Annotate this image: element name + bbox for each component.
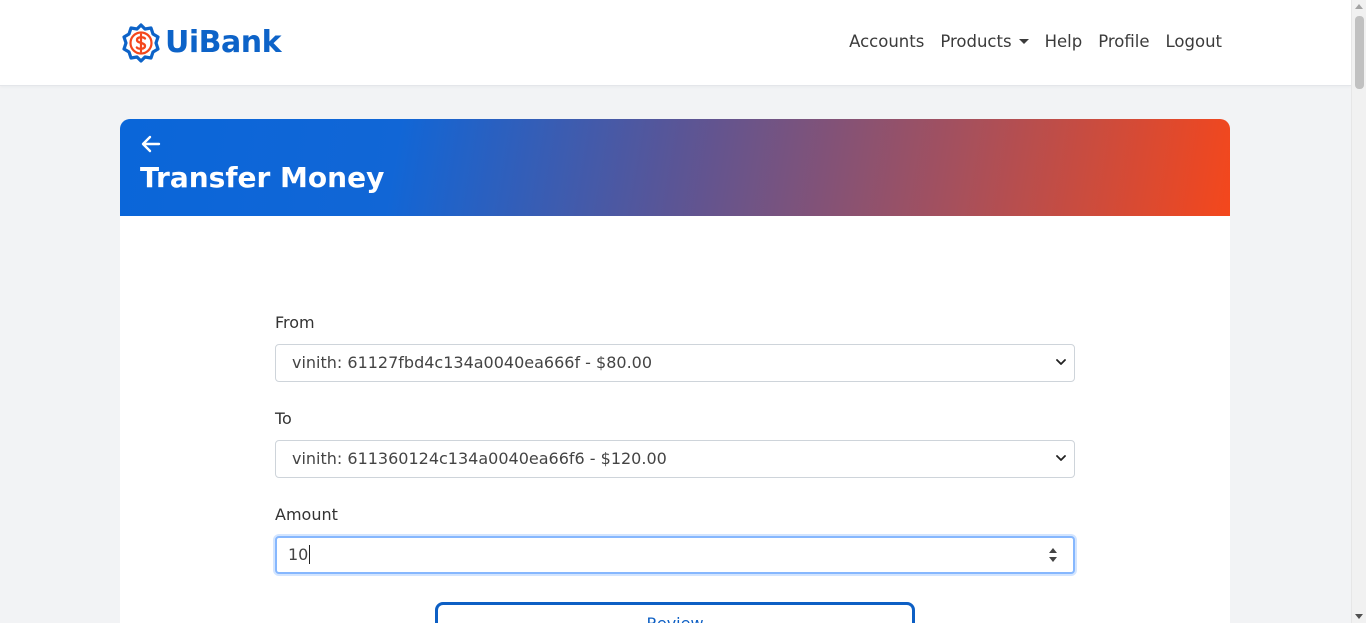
nav-help[interactable]: Help [1045, 30, 1083, 54]
nav-products-dropdown[interactable]: Products [940, 30, 1029, 54]
chevron-down-icon [1056, 455, 1066, 462]
nav-products-label: Products [940, 32, 1012, 51]
main-nav: Accounts Products Help Profile Logout [833, 30, 1222, 54]
caret-down-icon [1018, 38, 1029, 44]
dollar-badge-icon [122, 23, 160, 63]
from-account-value: vinith: 61127fbd4c134a0040ea666f - $80.0… [292, 353, 653, 372]
spin-down-icon[interactable] [1049, 557, 1057, 562]
scroll-up-icon[interactable] [1355, 4, 1363, 9]
to-account-select[interactable]: vinith: 611360124c134a0040ea66f6 - $120.… [275, 440, 1075, 478]
amount-value: 10 [288, 545, 309, 564]
spin-up-icon[interactable] [1049, 548, 1057, 553]
amount-label: Amount [275, 505, 338, 524]
page-scrollbar[interactable] [1351, 0, 1366, 623]
amount-input[interactable]: 10 [275, 536, 1075, 574]
arrow-left-icon [141, 135, 161, 153]
nav-profile[interactable]: Profile [1098, 30, 1149, 54]
text-cursor [309, 545, 311, 564]
scroll-thumb[interactable] [1355, 16, 1364, 89]
transfer-card: Transfer Money From vinith: 61127fbd4c13… [120, 119, 1230, 623]
nav-logout[interactable]: Logout [1166, 30, 1223, 54]
card-header: Transfer Money [120, 119, 1230, 216]
back-button[interactable] [140, 134, 162, 154]
to-account-value: vinith: 611360124c134a0040ea66f6 - $120.… [292, 449, 667, 468]
number-spinner[interactable] [1047, 546, 1059, 564]
viewport: UiBank Accounts Products Help Profile Lo… [0, 0, 1366, 623]
to-label: To [275, 409, 292, 428]
top-navbar: UiBank Accounts Products Help Profile Lo… [0, 0, 1351, 86]
chevron-down-icon [1056, 359, 1066, 366]
from-account-select[interactable]: vinith: 61127fbd4c134a0040ea666f - $80.0… [275, 344, 1075, 382]
brand-logo[interactable]: UiBank [121, 23, 282, 63]
from-label: From [275, 313, 315, 332]
scroll-down-icon[interactable] [1355, 614, 1363, 619]
review-button[interactable]: Review [435, 602, 915, 623]
page-title: Transfer Money [140, 161, 385, 194]
nav-accounts[interactable]: Accounts [849, 30, 924, 54]
transfer-form: From vinith: 61127fbd4c134a0040ea666f - … [275, 312, 1075, 574]
brand-name: UiBank [165, 25, 282, 60]
